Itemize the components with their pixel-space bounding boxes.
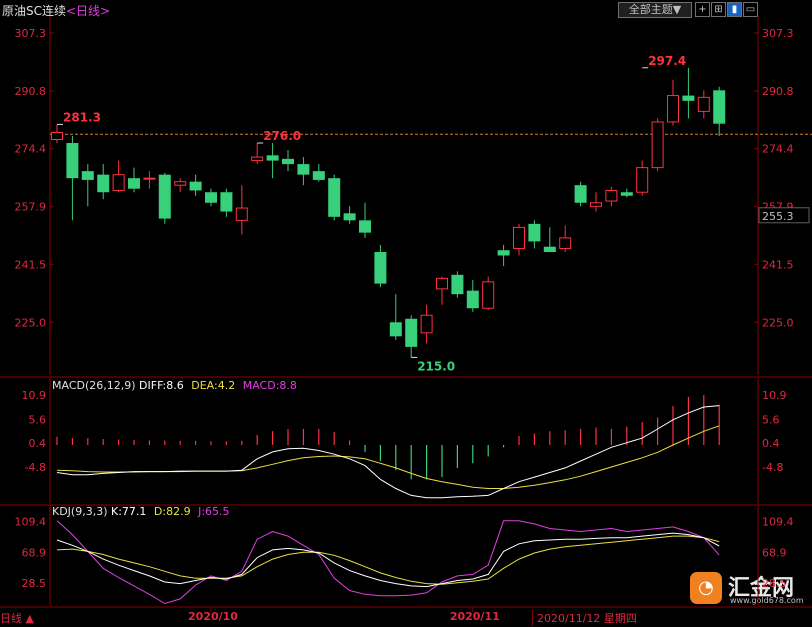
candle-body-up[interactable]: [174, 181, 187, 186]
price-annotation: 297.4: [648, 54, 686, 68]
price-tick-label-left: 257.9: [15, 201, 47, 214]
price-tick-label-right: 225.0: [762, 316, 794, 329]
candle-body-down[interactable]: [312, 171, 325, 180]
candle-body-down[interactable]: [266, 155, 279, 161]
candle-body-up[interactable]: [559, 237, 572, 249]
price-annotation: 276.0: [263, 129, 301, 143]
kdj-tick-label-left: 28.5: [22, 577, 47, 590]
candle-body-up[interactable]: [482, 281, 495, 309]
candle-body-down[interactable]: [374, 251, 387, 284]
candle-body-down[interactable]: [282, 158, 294, 165]
x-axis-date-label: 2020/11: [450, 610, 500, 623]
price-tick-label-left: 290.8: [15, 85, 47, 98]
candle-body-down[interactable]: [405, 318, 418, 347]
macd-tick-label-right: 10.9: [762, 389, 787, 402]
macd-tick-label-right: 0.4: [762, 437, 780, 450]
candle-body-down[interactable]: [297, 164, 310, 175]
candle-body-up[interactable]: [436, 277, 448, 290]
macd-tick-label-left: 0.4: [29, 437, 47, 450]
candle-body-down[interactable]: [682, 95, 695, 101]
price-tick-label-right: 290.8: [762, 85, 794, 98]
price-tick-label-left: 225.0: [15, 316, 47, 329]
candle-body-up[interactable]: [590, 202, 602, 207]
price-tick-label-right: 241.5: [762, 258, 794, 271]
candle-body-up[interactable]: [651, 121, 664, 169]
macd-tick-label-left: 10.9: [22, 389, 47, 402]
candle-body-up[interactable]: [667, 95, 679, 123]
macd-tick-label-right: -4.8: [762, 461, 783, 474]
candle-body-down[interactable]: [128, 178, 140, 189]
candle-body-down[interactable]: [497, 250, 510, 256]
candle-body-up[interactable]: [51, 131, 63, 141]
candle-body-up[interactable]: [513, 226, 525, 249]
kdj-tick-label-left: 109.4: [15, 515, 47, 528]
candle-body-up[interactable]: [235, 207, 248, 221]
candle-body-down[interactable]: [343, 213, 356, 221]
macd-tick-label-left: -4.8: [25, 461, 46, 474]
candle-body-down[interactable]: [713, 90, 726, 124]
candle-body-down[interactable]: [574, 185, 587, 203]
candle-body-down[interactable]: [189, 181, 202, 191]
price-tick-label-right: 307.3: [762, 27, 794, 40]
price-tick-label-right: 274.4: [762, 143, 794, 156]
candle-body-down[interactable]: [81, 171, 94, 180]
macd-tick-label-left: 5.6: [29, 413, 47, 426]
candle-body-down[interactable]: [543, 246, 556, 252]
candle-body-down[interactable]: [359, 220, 371, 233]
candle-body-down[interactable]: [620, 192, 633, 196]
macd-diff-line: [56, 405, 720, 499]
candle-body-down[interactable]: [328, 178, 341, 217]
kdj-d-line: [56, 535, 720, 585]
current-price-label: 255.3: [762, 210, 794, 223]
candle-body-down[interactable]: [66, 143, 79, 179]
kdj-tick-label-left: 68.9: [22, 546, 47, 559]
price-tick-label-left: 307.3: [15, 27, 47, 40]
candle-body-up[interactable]: [251, 156, 264, 162]
candle-body-down[interactable]: [528, 223, 541, 242]
price-tick-label-left: 241.5: [15, 258, 47, 271]
macd-tick-label-right: 5.6: [762, 413, 780, 426]
chart-canvas[interactable]: 307.3 307.3290.8 290.8274.4 274.4257.9 257.9…: [0, 0, 812, 627]
price-annotation: 215.0: [417, 359, 455, 373]
candle-body-down[interactable]: [220, 192, 233, 212]
candle-body-up[interactable]: [697, 96, 710, 112]
candle-body-down[interactable]: [97, 174, 110, 193]
kdj-tick-label-right: 109.4: [762, 515, 794, 528]
candle-body-down[interactable]: [389, 322, 402, 337]
candle-body-up[interactable]: [143, 177, 156, 180]
candle-body-down[interactable]: [451, 274, 464, 295]
candle-body-down[interactable]: [466, 290, 479, 309]
price-annotation: 281.3: [63, 110, 101, 124]
candle-body-down[interactable]: [205, 192, 217, 203]
x-axis-date-label: 2020/10: [188, 610, 238, 623]
kdj-tick-label-right: 28.5: [762, 577, 787, 590]
kdj-tick-label-right: 68.9: [762, 546, 787, 559]
candle-body-up[interactable]: [605, 189, 618, 202]
candle-body-up[interactable]: [420, 314, 433, 334]
macd-dea-line: [56, 425, 720, 489]
candle-body-up[interactable]: [636, 167, 649, 193]
price-tick-label-left: 274.4: [15, 143, 47, 156]
candle-body-up[interactable]: [112, 174, 125, 191]
kdj-j-line: [56, 520, 720, 605]
candle-body-down[interactable]: [158, 174, 171, 219]
